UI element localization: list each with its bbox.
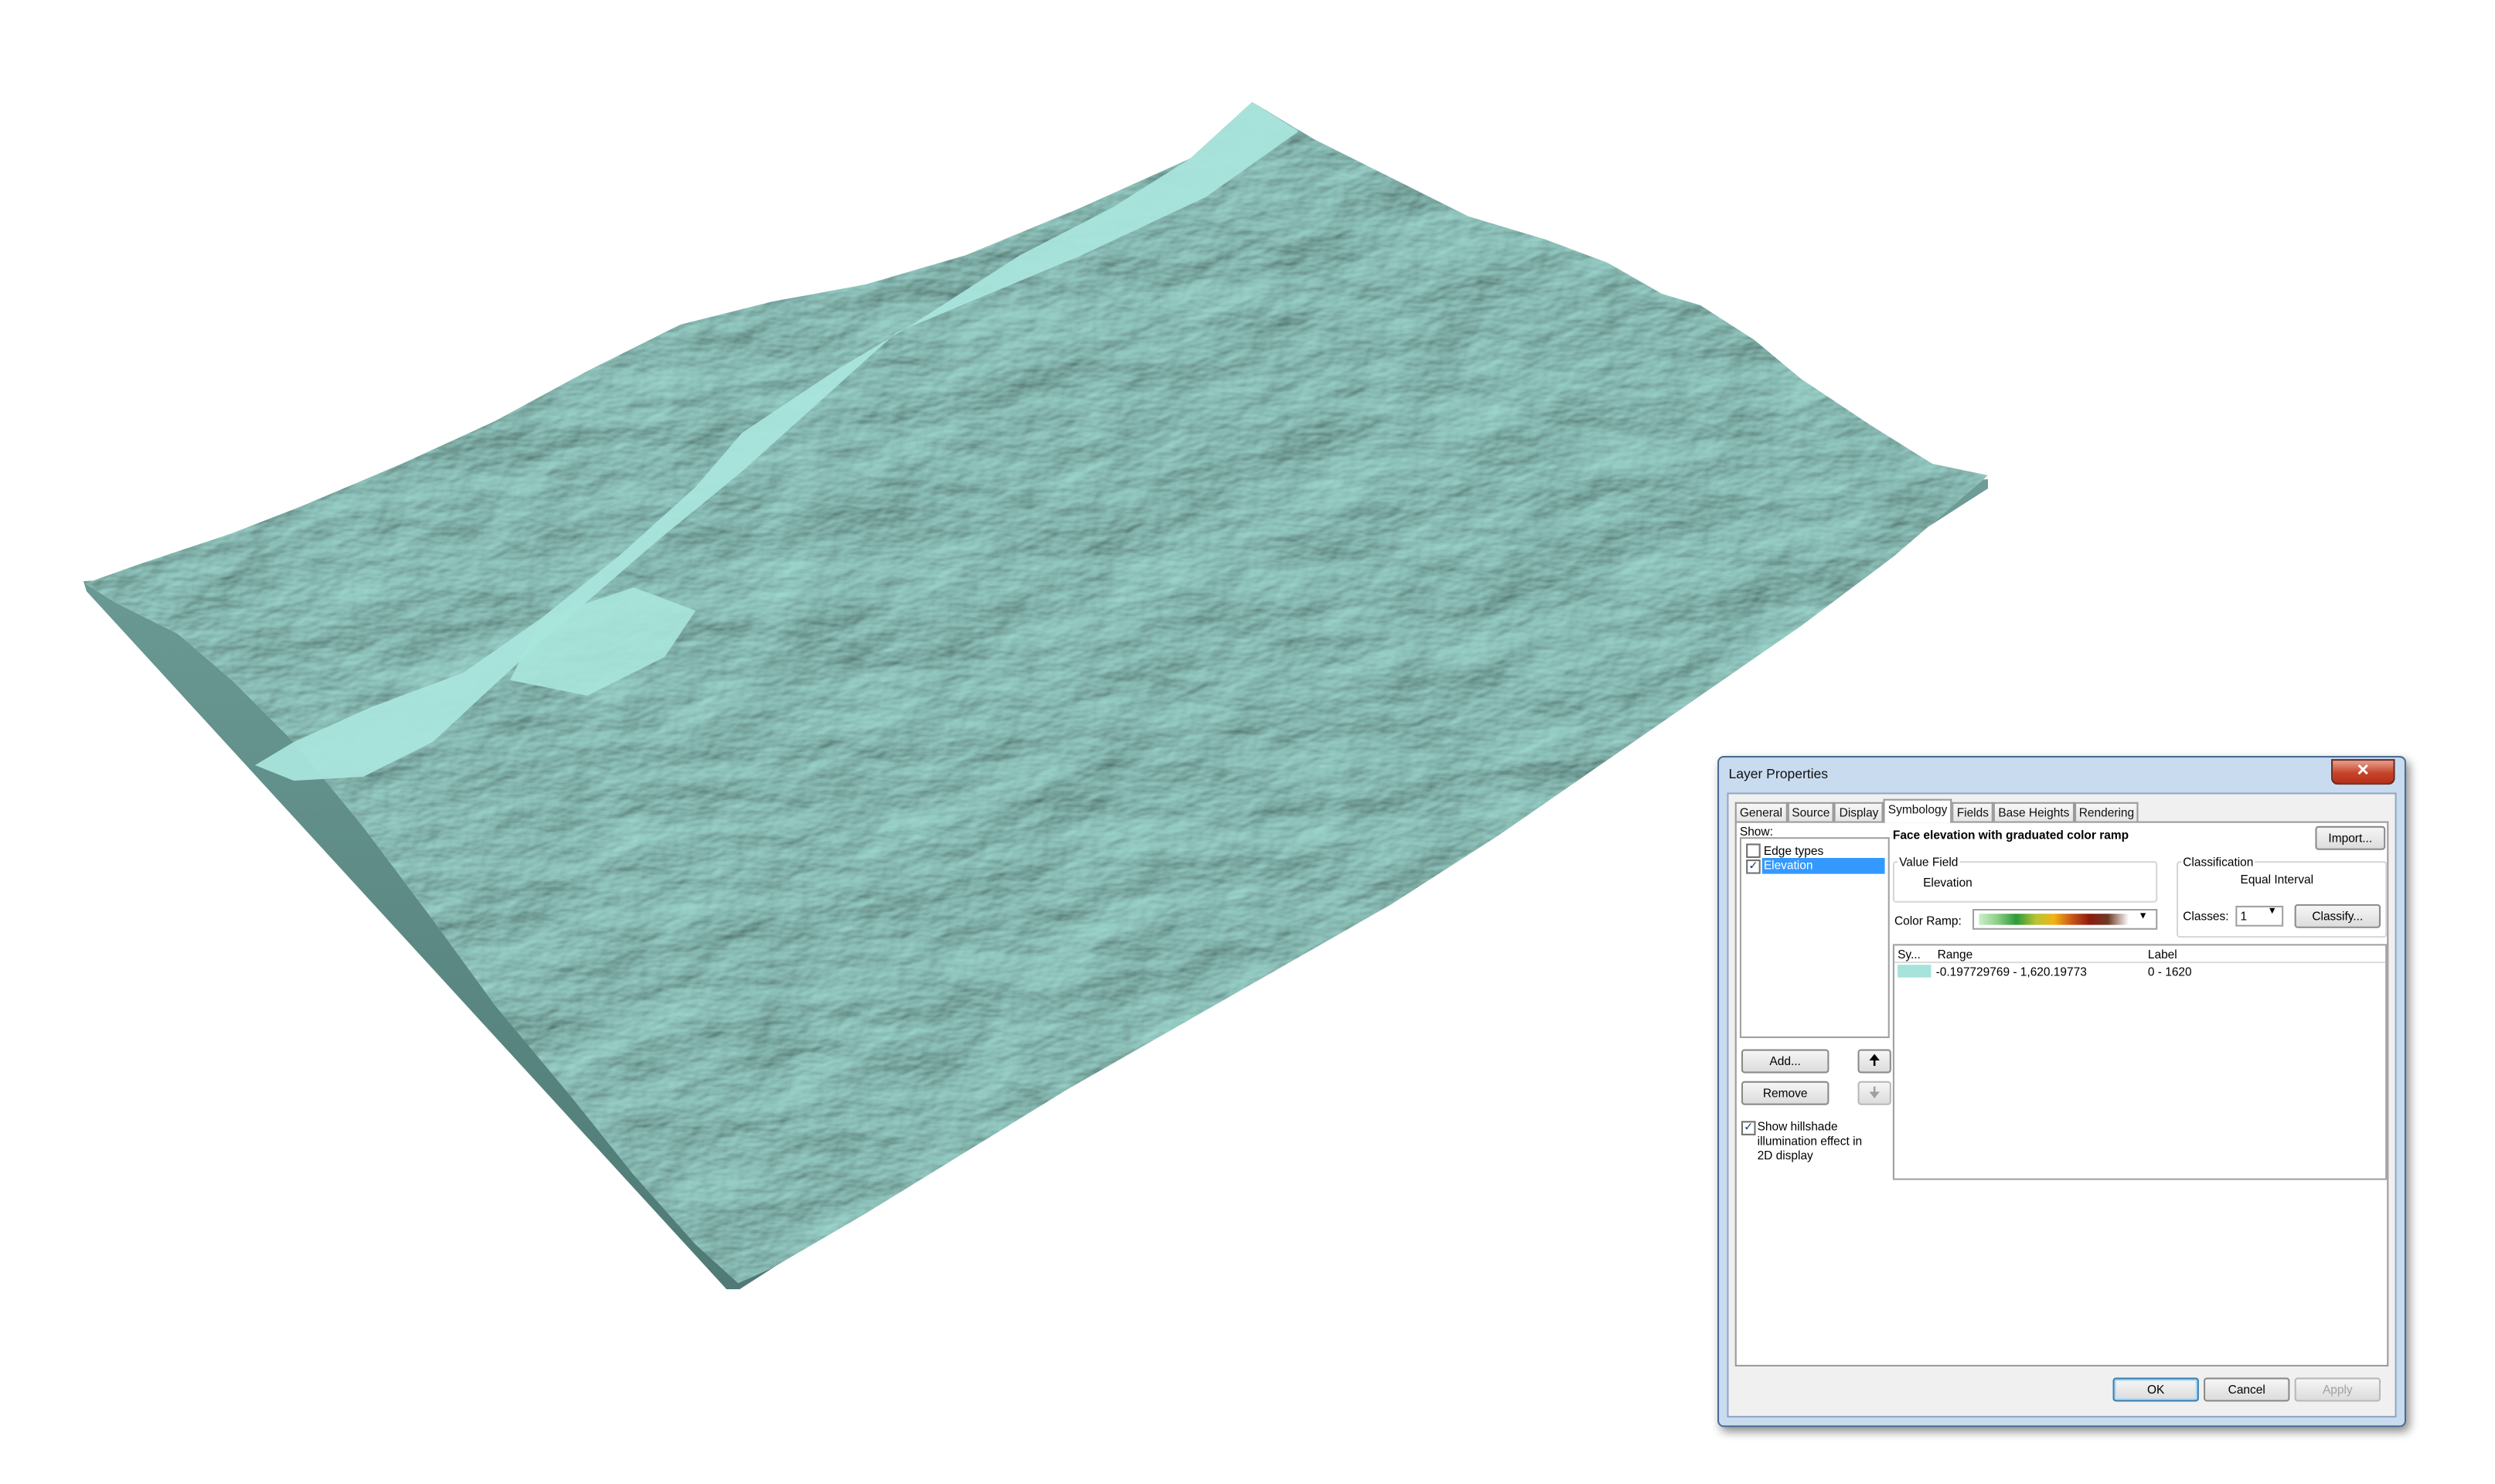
- classes-table[interactable]: Sy... Range Label -0.197729769 - 1,620.1…: [1892, 944, 2388, 1180]
- tab-rendering[interactable]: Rendering: [2074, 802, 2139, 823]
- tab-display[interactable]: Display: [1834, 802, 1884, 823]
- hillshade-label-line1: Show hillshade: [1757, 1119, 1838, 1134]
- classification-label: Classification: [2181, 854, 2255, 870]
- dialog-client-area: General Source Display Symbology Fields …: [1727, 792, 2397, 1418]
- renderer-heading: Face elevation with graduated color ramp: [1892, 827, 2129, 842]
- header-label[interactable]: Label: [2148, 948, 2177, 962]
- color-ramp-swatch: [1979, 914, 2129, 925]
- show-item-edge-types[interactable]: Edge types: [1744, 842, 1885, 858]
- tab-source[interactable]: Source: [1787, 802, 1835, 823]
- classes-value: 1: [2240, 909, 2248, 924]
- value-field-value[interactable]: Elevation: [1923, 876, 1973, 890]
- header-symbol[interactable]: Sy...: [1898, 948, 1921, 962]
- tab-base-heights[interactable]: Base Heights: [1993, 802, 2075, 823]
- dialog-titlebar[interactable]: Layer Properties ✕: [1719, 757, 2405, 789]
- class-color-swatch[interactable]: [1898, 965, 1932, 978]
- classes-label: Classes:: [2183, 909, 2229, 924]
- add-button[interactable]: Add...: [1741, 1049, 1830, 1074]
- chevron-down-icon: ▼: [2267, 907, 2277, 917]
- value-field-label: Value Field: [1898, 854, 1960, 870]
- arrow-down-icon: 🠋: [1868, 1084, 1881, 1101]
- classify-button[interactable]: Classify...: [2294, 904, 2381, 928]
- class-label: 0 - 1620: [2147, 965, 2192, 979]
- hillshade-checkbox[interactable]: ✓: [1741, 1121, 1756, 1135]
- elevation-checkbox[interactable]: ✓: [1746, 859, 1761, 874]
- move-up-button[interactable]: 🠉: [1857, 1049, 1891, 1074]
- cancel-button[interactable]: Cancel: [2204, 1377, 2290, 1402]
- close-icon: ✕: [2356, 762, 2370, 780]
- arrow-up-icon: 🠉: [1868, 1052, 1881, 1069]
- move-down-button[interactable]: 🠋: [1857, 1081, 1891, 1105]
- color-ramp-label: Color Ramp:: [1894, 914, 1962, 928]
- close-button[interactable]: ✕: [2331, 759, 2395, 785]
- hillshade-label: Show hillshade illumination effect in 2D…: [1758, 1119, 1863, 1162]
- tab-fields[interactable]: Fields: [1952, 802, 1994, 823]
- ok-button[interactable]: OK: [2112, 1377, 2199, 1402]
- show-list[interactable]: Edge types ✓ Elevation: [1739, 837, 1890, 1039]
- hillshade-label-line2: illumination effect in: [1757, 1133, 1863, 1149]
- terrain-top-surface: [85, 102, 1988, 1283]
- apply-button[interactable]: Apply: [2294, 1377, 2381, 1402]
- edge-types-label: Edge types: [1763, 843, 1824, 858]
- edge-types-checkbox[interactable]: [1746, 843, 1761, 858]
- symbology-panel: Show: Edge types ✓ Elevation Add... 🠉 Re…: [1734, 821, 2389, 1367]
- dialog-title: Layer Properties: [1728, 765, 1829, 781]
- class-range: -0.197729769 - 1,620.19773: [1935, 965, 2087, 979]
- color-ramp-dropdown[interactable]: ▼: [1973, 909, 2158, 930]
- elevation-label: Elevation: [1761, 858, 1885, 874]
- header-range[interactable]: Range: [1938, 948, 1973, 962]
- tab-general[interactable]: General: [1734, 802, 1788, 823]
- classes-dropdown[interactable]: 1 ▼: [2235, 905, 2284, 927]
- import-button[interactable]: Import...: [2315, 825, 2386, 850]
- layer-properties-dialog[interactable]: Layer Properties ✕ General Source Displa…: [1717, 756, 2406, 1428]
- tab-strip: General Source Display Symbology Fields …: [1734, 798, 2139, 823]
- hillshade-label-line3: 2D display: [1757, 1148, 1813, 1162]
- table-header: Sy... Range Label: [1894, 945, 2386, 964]
- table-row[interactable]: -0.197729769 - 1,620.19773 0 - 1620: [1894, 963, 2385, 979]
- tab-symbology[interactable]: Symbology: [1883, 798, 1952, 823]
- show-item-elevation[interactable]: ✓ Elevation: [1744, 858, 1885, 874]
- classification-method: Equal Interval: [2240, 872, 2314, 887]
- remove-button[interactable]: Remove: [1741, 1081, 1830, 1105]
- chevron-down-icon: ▼: [2138, 912, 2148, 922]
